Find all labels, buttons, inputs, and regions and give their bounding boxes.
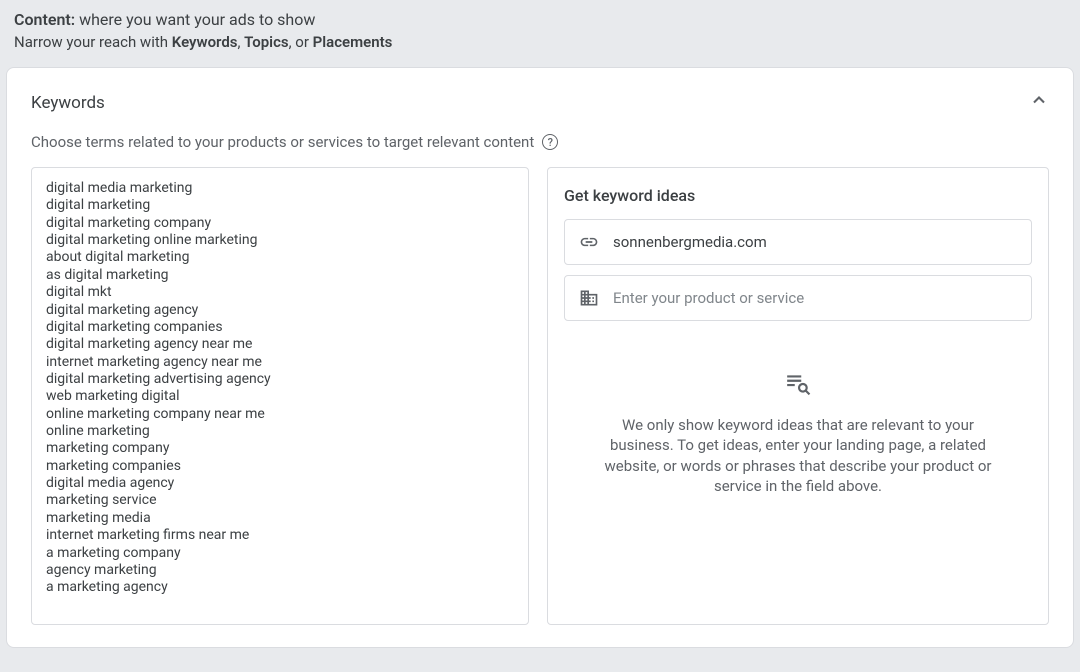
section-description: Choose terms related to your products or… [31, 133, 1049, 151]
building-icon [579, 288, 599, 308]
content-targeting-header: Content: where you want your ads to show… [0, 0, 1080, 67]
product-input[interactable] [613, 289, 1017, 307]
header-title: Content: where you want your ads to show [14, 10, 1066, 29]
link-icon [579, 232, 599, 252]
ideas-title: Get keyword ideas [564, 186, 1032, 205]
url-input[interactable] [613, 233, 1017, 251]
search-ideas-icon [600, 371, 996, 397]
ideas-empty-state: We only show keyword ideas that are rele… [564, 371, 1032, 496]
help-icon[interactable]: ? [542, 134, 558, 150]
product-input-wrap[interactable] [564, 275, 1032, 321]
chevron-up-icon[interactable] [1029, 90, 1049, 115]
keywords-card: Keywords Choose terms related to your pr… [6, 67, 1074, 648]
empty-state-text: We only show keyword ideas that are rele… [600, 415, 996, 496]
keywords-textarea[interactable]: digital media marketing digital marketin… [46, 180, 514, 612]
keywords-input-box[interactable]: digital media marketing digital marketin… [31, 167, 529, 625]
keyword-ideas-panel: Get keyword ideas We only show keyword i… [547, 167, 1049, 625]
section-title: Keywords [31, 93, 105, 113]
header-title-text: where you want your ads to show [79, 10, 315, 29]
url-input-wrap[interactable] [564, 219, 1032, 265]
section-header[interactable]: Keywords [31, 90, 1049, 115]
header-title-bold: Content: [14, 10, 75, 29]
header-subtitle: Narrow your reach with Keywords, Topics,… [14, 33, 1066, 51]
